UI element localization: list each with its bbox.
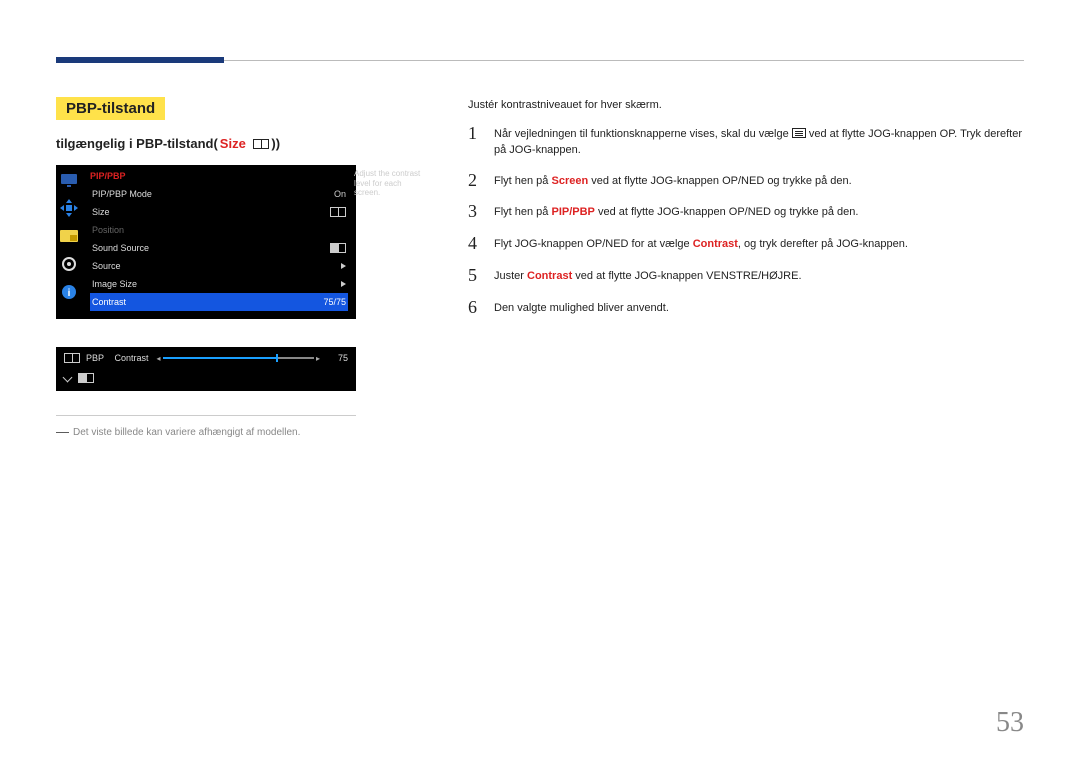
slider-value: 75 <box>328 353 348 363</box>
arrow-left-icon[interactable]: ◂ <box>155 354 163 363</box>
step-2: 2 Flyt hen på Screen ved at flytte JOG-k… <box>468 171 1024 191</box>
osd-row-source[interactable]: Source <box>90 257 348 275</box>
step-text: Juster Contrast ved at flytte JOG-knappe… <box>494 266 1024 285</box>
toggle-screen-icon[interactable] <box>78 373 94 383</box>
subhead-accent: Size <box>220 136 246 151</box>
svg-text:i: i <box>68 288 71 299</box>
osd-row-label: Sound Source <box>92 243 149 253</box>
subhead-suffix: )) <box>271 136 280 151</box>
slider-title: PBP Contrast <box>86 353 149 363</box>
osd-tooltip: Adjust the contrast level for each scree… <box>354 169 426 198</box>
step-number: 4 <box>468 234 482 254</box>
osd-row-imagesize[interactable]: Image Size <box>90 275 348 293</box>
osd-row-sound[interactable]: Sound Source <box>90 239 348 257</box>
footnote-separator <box>56 415 356 416</box>
step-text: Flyt hen på Screen ved at flytte JOG-kna… <box>494 171 1024 190</box>
menu-icon <box>792 128 806 138</box>
step-number: 6 <box>468 298 482 318</box>
intro-text: Justér kontrastniveauet for hver skærm. <box>468 97 1024 114</box>
split-icon <box>330 207 346 217</box>
osd-row-value: On <box>334 189 346 199</box>
step-number: 5 <box>468 266 482 286</box>
slider-panel: PBP Contrast ◂ ▸ 75 <box>56 347 356 391</box>
step-1: 1 Når vejledningen til funktionsknappern… <box>468 124 1024 159</box>
step-4: 4 Flyt JOG-knappen OP/NED for at vælge C… <box>468 234 1024 254</box>
osd-panel: i PIP/PBP PIP/PBP Mode On Size Position <box>56 165 356 319</box>
slider-group-label: PBP <box>86 353 104 363</box>
slider-item-label: Contrast <box>115 353 149 363</box>
osd-row-size[interactable]: Size <box>90 203 348 221</box>
step-3: 3 Flyt hen på PIP/PBP ved at flytte JOG-… <box>468 202 1024 222</box>
info-icon: i <box>60 283 78 301</box>
pip-icon <box>60 227 78 245</box>
arrow-right-icon[interactable]: ▸ <box>314 354 322 363</box>
pbp-split-icon <box>253 139 269 149</box>
osd-row-label: PIP/PBP Mode <box>92 189 152 199</box>
osd-row-mode[interactable]: PIP/PBP Mode On <box>90 185 348 203</box>
osd-row-value <box>330 207 346 217</box>
step-text: Når vejledningen til funktionsknapperne … <box>494 124 1024 159</box>
step-number: 2 <box>468 171 482 191</box>
step-number: 1 <box>468 124 482 144</box>
chevron-down-icon[interactable] <box>64 374 72 382</box>
osd-row-label: Position <box>92 225 124 235</box>
osd-row-value <box>330 243 346 253</box>
subhead-prefix: tilgængelig i PBP-tilstand( <box>56 136 218 151</box>
step-text: Den valgte mulighed bliver anvendt. <box>494 298 1024 317</box>
step-number: 3 <box>468 202 482 222</box>
section-title: PBP-tilstand <box>56 97 165 120</box>
step-5: 5 Juster Contrast ved at flytte JOG-knap… <box>468 266 1024 286</box>
step-6: 6 Den valgte mulighed bliver anvendt. <box>468 298 1024 318</box>
osd-row-contrast[interactable]: Contrast 75/75 <box>90 293 348 311</box>
step-text: Flyt hen på PIP/PBP ved at flytte JOG-kn… <box>494 202 1024 221</box>
osd-row-value: 75/75 <box>323 297 346 307</box>
step-text: Flyt JOG-knappen OP/NED for at vælge Con… <box>494 234 1024 253</box>
contrast-slider[interactable]: ◂ ▸ <box>155 356 322 360</box>
osd-row-label: Source <box>92 261 121 271</box>
footnote: ―Det viste billede kan variere afhængigt… <box>56 424 356 439</box>
gear-icon <box>60 255 78 273</box>
header-rule <box>56 60 1024 61</box>
pbp-split-icon <box>64 353 80 363</box>
footnote-text: Det viste billede kan variere afhængigt … <box>73 427 300 438</box>
sub-heading: tilgængelig i PBP-tilstand(Size )) <box>56 136 428 151</box>
osd-row-position: Position <box>90 221 348 239</box>
move-icon <box>60 199 78 217</box>
page-number: 53 <box>996 707 1024 739</box>
osd-row-label: Image Size <box>92 279 137 289</box>
osd-row-label: Contrast <box>92 297 126 307</box>
osd-row-value <box>341 281 346 287</box>
osd-category: PIP/PBP <box>90 171 348 181</box>
osd-sidebar: i <box>56 165 82 319</box>
chevron-right-icon <box>341 281 346 287</box>
monitor-icon <box>60 171 78 189</box>
osd-row-label: Size <box>92 207 110 217</box>
split-half-icon <box>330 243 346 253</box>
chevron-right-icon <box>341 263 346 269</box>
osd-row-value <box>341 263 346 269</box>
